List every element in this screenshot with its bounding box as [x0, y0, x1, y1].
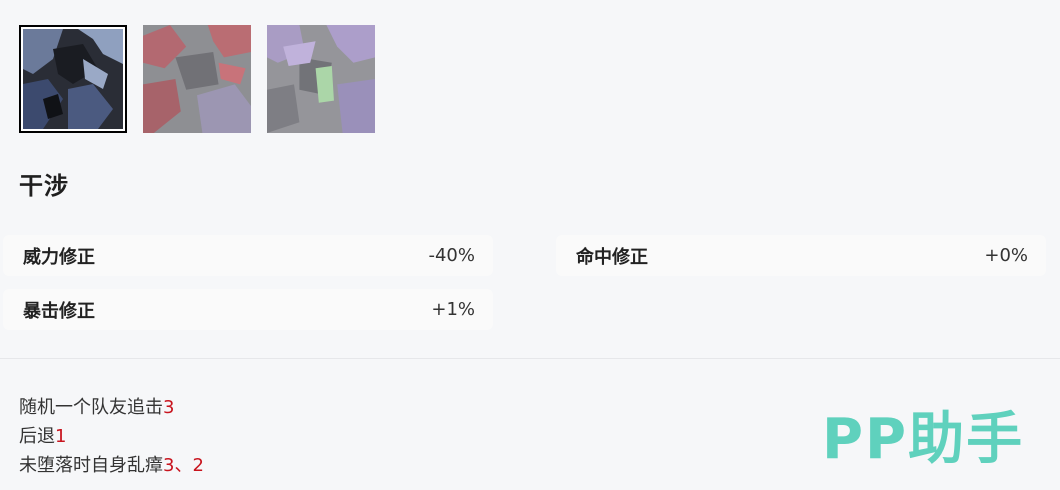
stat-label: 暴击修正 — [23, 300, 95, 322]
stat-label: 威力修正 — [23, 246, 95, 268]
stat-critical-modifier: 暴击修正 +1% — [3, 289, 493, 330]
pp-assistant-logo: PP助手 — [822, 407, 1025, 472]
stat-value: +0% — [984, 245, 1028, 266]
effect-line: 后退1 — [19, 426, 67, 447]
skill-thumbnail-1[interactable] — [19, 25, 127, 133]
skill-variant-thumbnails — [19, 25, 375, 133]
stat-value: -40% — [428, 245, 475, 266]
stat-value: +1% — [431, 299, 475, 320]
stat-power-modifier: 威力修正 -40% — [3, 235, 493, 276]
stat-accuracy-modifier: 命中修正 +0% — [556, 235, 1046, 276]
effect-line: 随机一个队友追击3 — [19, 397, 175, 418]
skill-effects-list: 随机一个队友追击3 后退1 未堕落时自身乱瘴3、2 — [19, 393, 204, 480]
effect-line: 未堕落时自身乱瘴3、2 — [19, 455, 204, 476]
purple-art-image — [267, 25, 375, 133]
skill-title: 干涉 — [19, 172, 69, 200]
dark-art-image — [23, 29, 123, 129]
skill-thumbnail-2[interactable] — [143, 25, 251, 133]
section-divider — [0, 358, 1060, 359]
red-art-image — [143, 25, 251, 133]
skill-thumbnail-3[interactable] — [267, 25, 375, 133]
stat-label: 命中修正 — [576, 246, 648, 268]
